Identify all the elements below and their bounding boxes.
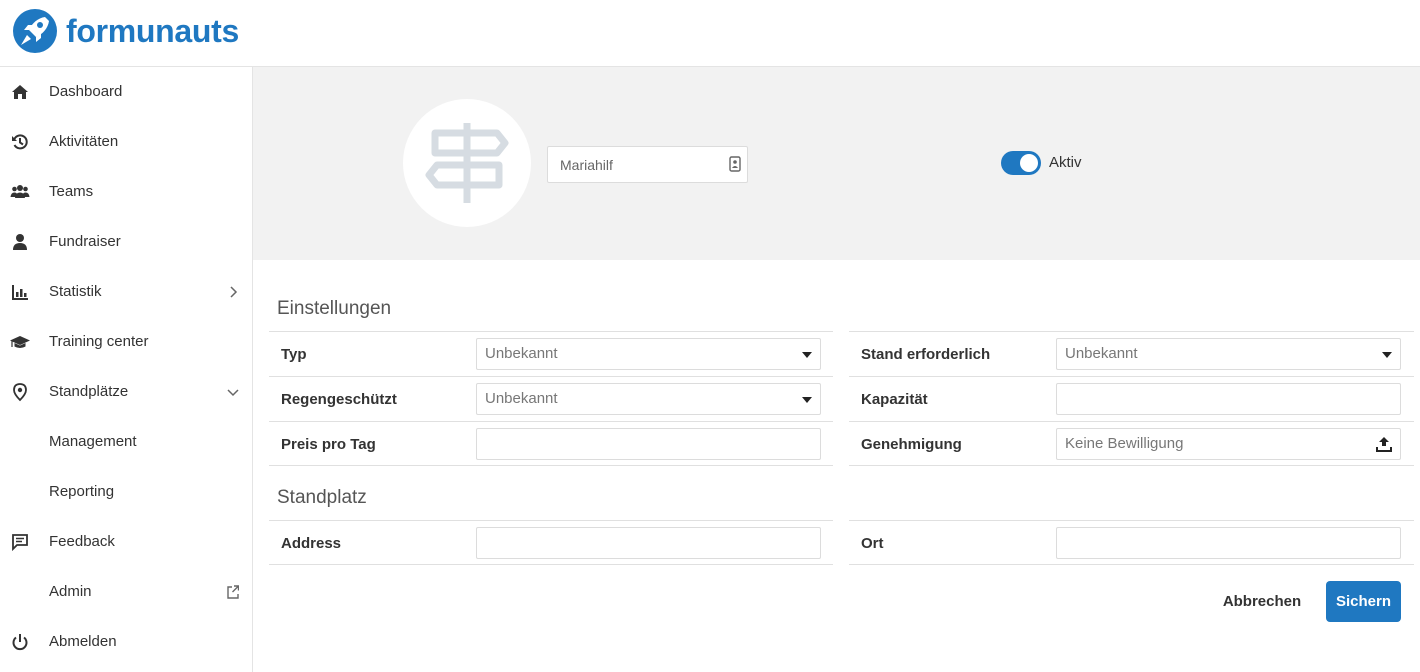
setting-row-typ: Typ Unbekannt <box>269 331 833 376</box>
users-icon <box>10 185 30 198</box>
kapazitaet-input[interactable] <box>1056 383 1401 415</box>
sidebar-item-standplaetze[interactable]: Standplätze <box>0 367 252 417</box>
location-title: Standplatz <box>277 487 367 508</box>
setting-row-genehmigung: Genehmigung Keine Bewilligung <box>849 421 1414 466</box>
top-bar: formunauts <box>0 0 1420 67</box>
caret-down-icon <box>802 352 812 358</box>
caret-down-icon <box>802 397 812 403</box>
typ-select[interactable]: Unbekannt <box>476 338 821 370</box>
contact-card-icon <box>729 156 741 172</box>
sidebar-item-aktivitaeten[interactable]: Aktivitäten <box>0 117 252 167</box>
row-label: Preis pro Tag <box>281 436 376 453</box>
sidebar-item-feedback[interactable]: Feedback <box>0 517 252 567</box>
row-label: Typ <box>281 346 307 363</box>
select-value: Unbekannt <box>485 390 558 407</box>
settings-title: Einstellungen <box>277 298 392 319</box>
sidebar-item-label: Management <box>49 433 137 450</box>
history-icon <box>12 134 28 150</box>
logo[interactable]: formunauts <box>12 8 239 54</box>
sidebar-item-label: Dashboard <box>49 83 123 100</box>
chevron-right-icon <box>230 286 238 298</box>
sidebar-item-abmelden[interactable]: Abmelden <box>0 617 252 667</box>
signpost-icon <box>425 123 509 203</box>
location-row-ort: Ort <box>849 520 1414 565</box>
setting-row-kapazitaet: Kapazität <box>849 376 1414 421</box>
sidebar-item-statistik[interactable]: Statistik <box>0 267 252 317</box>
select-value: Unbekannt <box>1065 345 1138 362</box>
main-content: Aktiv Einstellungen Typ Unbekannt Regeng… <box>253 67 1420 672</box>
rocket-logo-icon <box>13 9 57 53</box>
sidebar: Dashboard Aktivitäten Teams Fundraiser S… <box>0 67 253 672</box>
sidebar-item-fundraiser[interactable]: Fundraiser <box>0 217 252 267</box>
sidebar-item-label: Standplätze <box>49 383 129 400</box>
sidebar-item-reporting[interactable]: Reporting <box>0 467 252 517</box>
row-label: Genehmigung <box>861 436 962 453</box>
sidebar-item-training-center[interactable]: Training center <box>0 317 252 367</box>
location-row-address: Address <box>269 520 833 565</box>
upload-value: Keine Bewilligung <box>1065 435 1184 452</box>
select-value: Unbekannt <box>485 345 558 362</box>
row-label: Kapazität <box>861 391 928 408</box>
sidebar-item-label: Statistik <box>49 283 102 300</box>
caret-down-icon <box>1382 352 1392 358</box>
sidebar-item-label: Fundraiser <box>49 233 121 250</box>
save-button[interactable]: Sichern <box>1326 581 1401 622</box>
name-field[interactable] <box>547 146 748 183</box>
active-toggle[interactable] <box>1001 151 1041 175</box>
stand-erforderlich-select[interactable]: Unbekannt <box>1056 338 1401 370</box>
chart-icon <box>12 285 28 300</box>
sidebar-item-label: Admin <box>49 583 92 600</box>
setting-row-stand-erforderlich: Stand erforderlich Unbekannt <box>849 331 1414 376</box>
name-input[interactable] <box>548 147 718 182</box>
home-icon <box>12 85 28 99</box>
app-name: formunauts <box>66 13 240 49</box>
sidebar-item-label: Feedback <box>49 533 115 550</box>
row-label: Ort <box>861 535 884 552</box>
sidebar-item-label: Aktivitäten <box>49 133 119 150</box>
sidebar-item-management[interactable]: Management <box>0 417 252 467</box>
cancel-button[interactable]: Abbrechen <box>1219 581 1305 621</box>
row-label: Stand erforderlich <box>861 346 991 363</box>
setting-row-regengeschuetzt: Regengeschützt Unbekannt <box>269 376 833 421</box>
chevron-down-icon <box>227 389 239 397</box>
active-toggle-label: Aktiv <box>1049 154 1082 171</box>
user-icon <box>13 234 27 250</box>
sidebar-item-label: Training center <box>49 333 149 350</box>
upload-icon[interactable] <box>1376 436 1392 452</box>
sidebar-item-dashboard[interactable]: Dashboard <box>0 67 252 117</box>
graduation-cap-icon <box>10 336 30 348</box>
location-header: Aktiv <box>253 67 1420 260</box>
row-label: Regengeschützt <box>281 391 397 408</box>
external-link-icon <box>227 585 239 599</box>
sidebar-item-admin[interactable]: Admin <box>0 567 252 617</box>
address-input[interactable] <box>476 527 821 559</box>
power-icon <box>12 634 28 651</box>
setting-row-preis-pro-tag: Preis pro Tag <box>269 421 833 466</box>
row-label: Address <box>281 535 342 552</box>
ort-input[interactable] <box>1056 527 1401 559</box>
genehmigung-upload[interactable]: Keine Bewilligung <box>1056 428 1401 460</box>
regengeschuetzt-select[interactable]: Unbekannt <box>476 383 821 415</box>
sidebar-item-label: Teams <box>49 183 94 200</box>
sidebar-item-label: Abmelden <box>49 633 117 650</box>
map-pin-icon <box>13 383 27 402</box>
preis-pro-tag-input[interactable] <box>476 428 821 460</box>
sidebar-item-teams[interactable]: Teams <box>0 167 252 217</box>
comment-icon <box>12 534 28 552</box>
avatar[interactable] <box>403 99 531 227</box>
sidebar-item-label: Reporting <box>49 483 115 500</box>
toggle-knob <box>1020 154 1038 172</box>
